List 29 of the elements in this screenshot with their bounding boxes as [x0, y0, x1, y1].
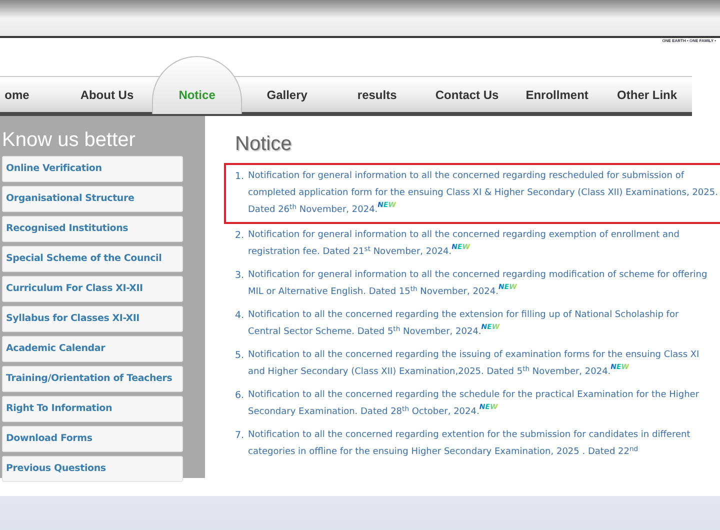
sidebar-link[interactable]: Special Scheme of the Council: [2, 246, 183, 272]
list-number: 6.: [235, 389, 246, 403]
sidebar-link[interactable]: Organisational Structure: [2, 186, 183, 212]
list-number: 3.: [235, 269, 246, 283]
sidebar-link[interactable]: Academic Calendar: [2, 336, 183, 362]
sidebar-link[interactable]: Training/Orientation of Teachers: [2, 366, 183, 392]
nav-tab[interactable]: Other Link: [602, 76, 692, 112]
nav-tab[interactable]: Notice: [152, 56, 242, 114]
list-number: 2.: [235, 229, 246, 243]
sidebar-link[interactable]: Recognised Institutions: [2, 216, 183, 242]
sidebar-link[interactable]: Right To Information: [2, 396, 183, 422]
sidebar-link[interactable]: Syllabus for Classes XI-XII: [2, 306, 183, 332]
list-number: 7.: [235, 429, 246, 443]
page-heading: Notice: [235, 134, 293, 154]
sidebar-link[interactable]: Curriculum For Class XI-XII: [2, 276, 183, 302]
nav-tab[interactable]: Contact Us: [422, 76, 512, 112]
nav-tab[interactable]: results: [332, 76, 422, 112]
notice-link[interactable]: Notification to all the concerned regarding extention for the submission for candidates in different categories in offline for the ensuing Higher Secondary Examination, 2025 . Dated 22$^{nd}$: [248, 427, 712, 461]
sidebar-link[interactable]: Previous Questions: [2, 456, 183, 482]
list-number: 5.: [235, 349, 246, 363]
nav-tab[interactable]: Enrollment: [512, 76, 602, 112]
list-number: 4.: [235, 309, 246, 323]
nav-tab[interactable]: About Us: [62, 76, 152, 112]
nav-tab[interactable]: ome: [0, 76, 62, 112]
sidebar-link[interactable]: Online Verification: [2, 156, 183, 182]
sidebar-link[interactable]: Download Forms: [2, 426, 183, 452]
list-number: 1.: [235, 170, 246, 184]
sidebar-title: Know us better: [2, 130, 136, 150]
nav-tab[interactable]: Gallery: [242, 76, 332, 112]
